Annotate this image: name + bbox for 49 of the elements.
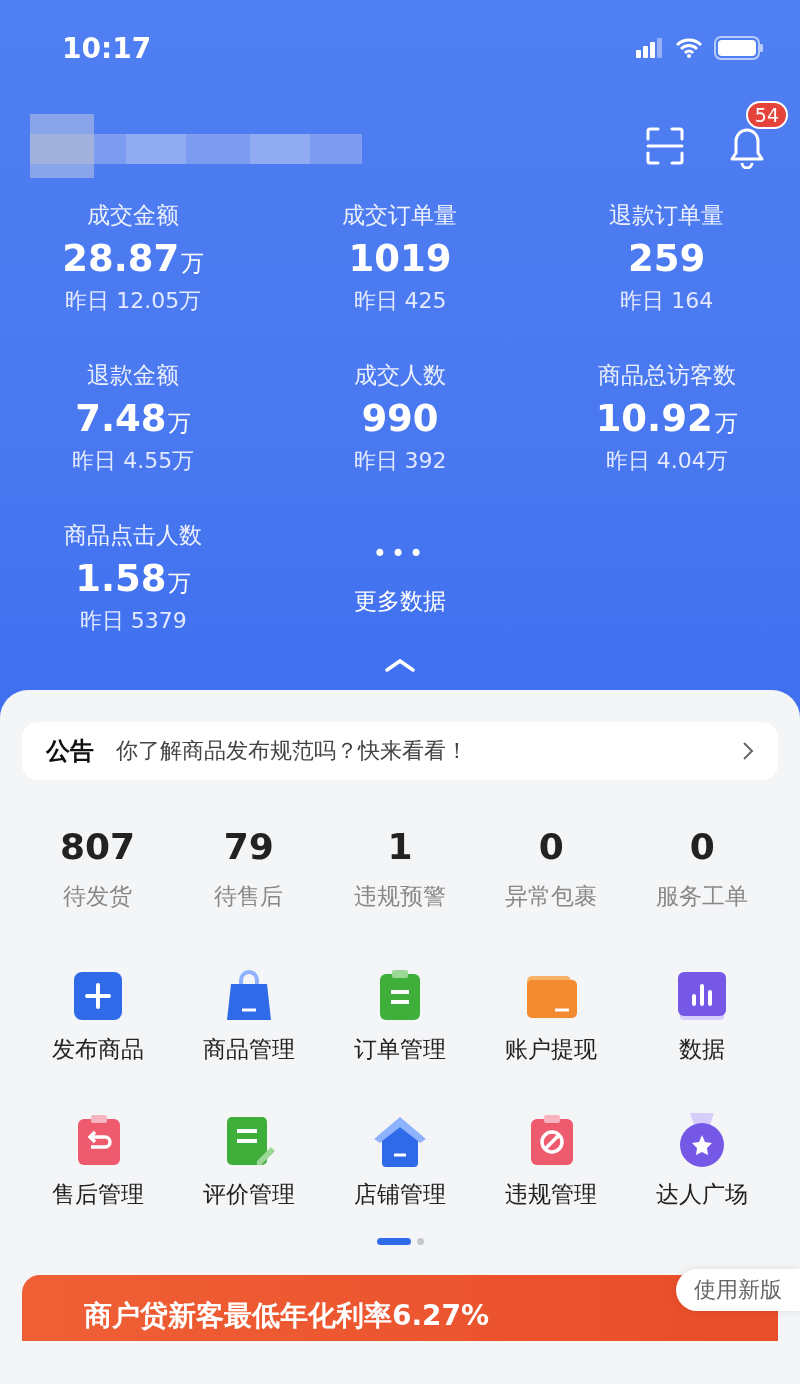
metric-yesterday: 昨日 5379 — [79, 607, 187, 635]
metric-unit: 万 — [181, 249, 205, 278]
metric-yesterday: 昨日 164 — [620, 287, 714, 315]
metric-unit: 万 — [168, 409, 192, 438]
metric-label: 退款订单量 — [609, 201, 725, 230]
metric-label: 商品总访客数 — [597, 361, 736, 390]
metric-value: 990 — [361, 397, 439, 440]
metric-label: 成交金额 — [87, 201, 180, 230]
more-data-link[interactable]: 更多数据 — [354, 586, 446, 617]
todo-count[interactable]: 79 — [223, 826, 274, 867]
notice-bar[interactable]: 公告 你了解商品发布规范吗？快来看看！ — [22, 722, 778, 780]
notice-text: 你了解商品发布规范吗？快来看看！ — [116, 737, 469, 765]
metric-label: 商品点击人数 — [64, 521, 203, 550]
metric-label: 成交人数 — [354, 361, 446, 390]
todo-count[interactable]: 807 — [60, 826, 136, 867]
new-version-button[interactable]: 使用新版 — [676, 1269, 800, 1311]
metric-value: 1.58 — [75, 557, 167, 600]
shortcut-label[interactable]: 数据 — [679, 1034, 726, 1065]
shortcut-label[interactable]: 发布商品 — [51, 1034, 144, 1065]
metric-value: 7.48 — [75, 397, 167, 440]
metric-value: 1019 — [348, 237, 452, 280]
shortcut-label[interactable]: 售后管理 — [51, 1179, 144, 1210]
todo-count[interactable]: 0 — [538, 826, 564, 867]
metric-yesterday: 昨日 4.55万 — [72, 447, 195, 475]
shortcut-label[interactable]: 达人广场 — [656, 1179, 749, 1210]
shortcut-label[interactable]: 违规管理 — [505, 1179, 598, 1210]
more-dots[interactable]: ••• — [372, 540, 428, 568]
metric-yesterday: 昨日 4.04万 — [605, 447, 728, 475]
metric-yesterday: 昨日 425 — [353, 287, 447, 315]
banner-text: 商户贷新客最低年化利率6.27% — [84, 1298, 490, 1334]
metric-label: 成交订单量 — [342, 201, 458, 230]
notification-badge: 54 — [745, 101, 788, 129]
status-time: 10:17 — [62, 31, 152, 65]
todo-count[interactable]: 0 — [689, 826, 715, 867]
metric-yesterday: 昨日 392 — [353, 447, 447, 475]
shortcut-label[interactable]: 商品管理 — [202, 1034, 295, 1065]
metric-value: 10.92 — [595, 397, 713, 440]
metric-unit: 万 — [714, 409, 738, 438]
metric-value: 28.87 — [62, 237, 180, 280]
notice-tag: 公告 — [46, 735, 94, 767]
shortcut-label[interactable]: 订单管理 — [354, 1034, 446, 1065]
metric-label: 退款金额 — [87, 361, 180, 390]
metric-value: 259 — [628, 237, 706, 280]
shortcut-label[interactable]: 店铺管理 — [354, 1179, 446, 1210]
metric-unit: 万 — [168, 569, 192, 598]
metric-yesterday: 昨日 12.05万 — [65, 287, 202, 315]
todo-count[interactable]: 1 — [387, 826, 413, 867]
shortcut-label[interactable]: 评价管理 — [202, 1179, 295, 1210]
shortcut-label[interactable]: 账户提现 — [505, 1034, 598, 1065]
